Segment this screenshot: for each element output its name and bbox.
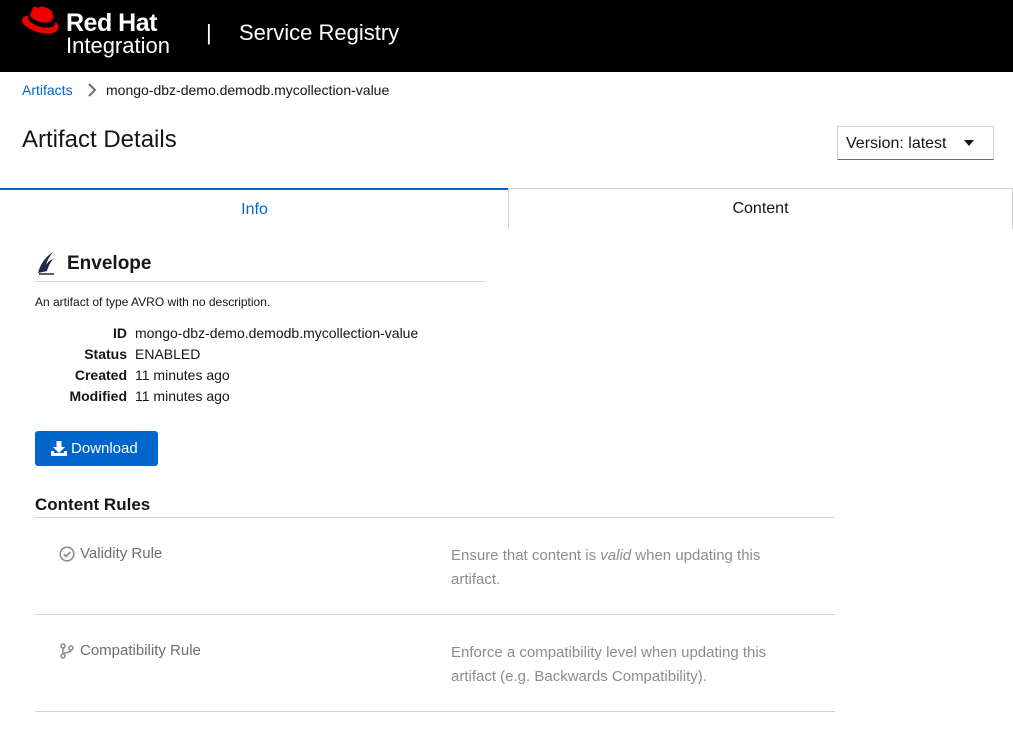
check-circle-icon — [59, 546, 75, 562]
compatibility-rule-label: Compatibility Rule — [80, 642, 201, 659]
meta-key: Status — [84, 346, 127, 362]
red-hat-fedora-icon — [22, 6, 59, 34]
compatibility-rule-description: Enforce a compatibility level when updat… — [451, 641, 811, 689]
meta-value: mongo-dbz-demo.demodb.mycollection-value — [135, 325, 419, 341]
download-button[interactable]: Download — [35, 431, 158, 466]
tab-info[interactable]: Info — [0, 188, 509, 229]
rule-desc-emphasis: valid — [600, 547, 632, 564]
app-title: Service Registry — [239, 20, 400, 45]
masthead: Red Hat Integration | Service Registry — [0, 0, 1013, 72]
download-icon — [51, 441, 67, 456]
tab-content[interactable]: Content — [508, 188, 1013, 229]
breadcrumb-artifacts-link[interactable]: Artifacts — [22, 81, 73, 99]
divider — [35, 281, 485, 282]
meta-value: ENABLED — [135, 346, 201, 362]
download-button-label: Download — [71, 440, 138, 457]
meta-key: ID — [113, 325, 127, 341]
breadcrumb-current: mongo-dbz-demo.demodb.mycollection-value — [106, 82, 390, 98]
version-dropdown[interactable]: Version: latest — [837, 126, 994, 160]
meta-row-id: ID mongo-dbz-demo.demodb.mycollection-va… — [35, 323, 485, 343]
chevron-right-icon — [88, 83, 97, 97]
rule-row-validity: Validity Rule Ensure that content is val… — [35, 518, 835, 615]
masthead-separator: | — [206, 20, 212, 45]
page-title: Artifact Details — [22, 126, 177, 153]
rule-desc-text: Enforce a compatibility level when updat… — [451, 644, 767, 685]
tab-bar: Info Content — [0, 188, 1013, 229]
meta-key: Modified — [69, 388, 127, 404]
meta-row-created: Created 11 minutes ago — [35, 365, 485, 385]
caret-down-icon — [964, 140, 974, 146]
validity-rule-label: Validity Rule — [80, 545, 163, 562]
artifact-description: An artifact of type AVRO with no descrip… — [35, 295, 271, 309]
artifact-name: Envelope — [67, 253, 152, 274]
validity-rule-description: Ensure that content is valid when updati… — [451, 544, 811, 592]
meta-value: 11 minutes ago — [135, 388, 230, 404]
avro-feather-icon — [38, 252, 54, 275]
meta-key: Created — [74, 367, 127, 383]
code-branch-icon — [60, 643, 74, 659]
meta-row-status: Status ENABLED — [35, 344, 485, 364]
meta-row-modified: Modified 11 minutes ago — [35, 386, 485, 406]
content-rules-title: Content Rules — [35, 495, 151, 514]
version-dropdown-label: Version: latest — [846, 135, 947, 152]
rule-desc-text: Ensure that content is — [451, 547, 601, 564]
logo-product-text: Integration — [66, 33, 170, 58]
rule-row-compatibility: Compatibility Rule Enforce a compatibili… — [35, 615, 835, 712]
red-hat-logo[interactable]: Red Hat Integration — [22, 6, 184, 60]
meta-value: 11 minutes ago — [135, 367, 230, 383]
